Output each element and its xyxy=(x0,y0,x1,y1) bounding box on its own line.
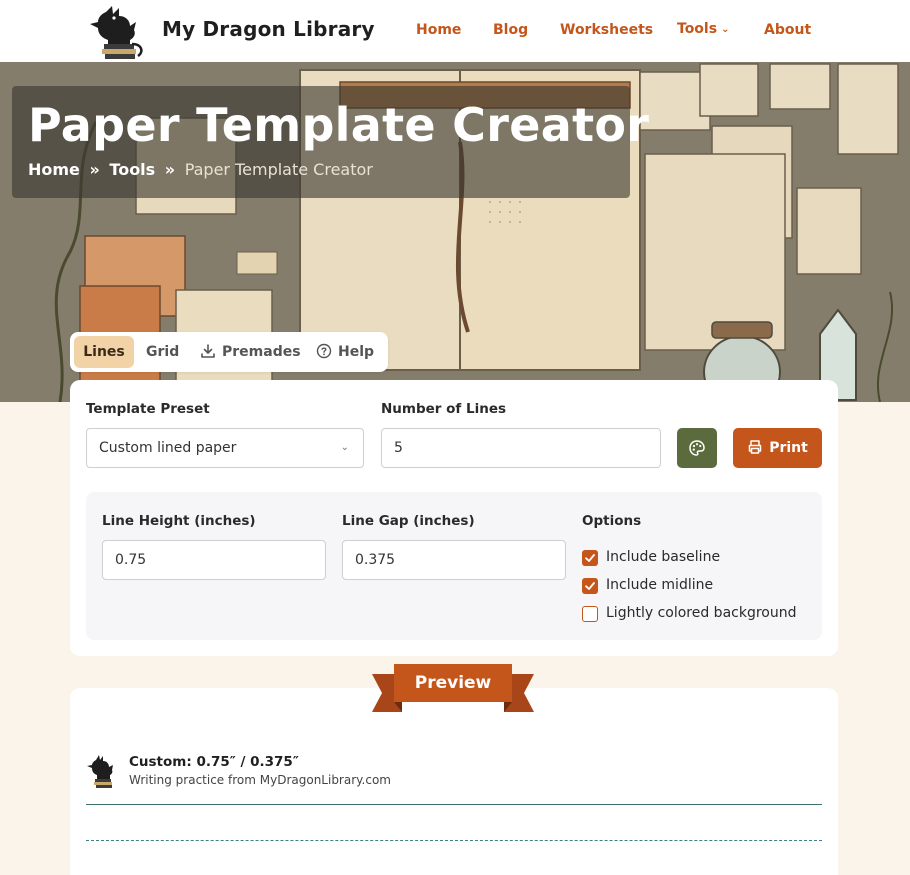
line-settings-panel: Line Height (inches) 0.75 Line Gap (inch… xyxy=(86,492,822,640)
tab-help[interactable]: Help xyxy=(316,336,374,368)
template-preset-select[interactable]: Custom lined paper ⌄ xyxy=(86,428,364,468)
include-midline-label[interactable]: Include midline xyxy=(606,577,713,593)
options-label: Options xyxy=(582,513,642,529)
preview-heading: Preview xyxy=(414,673,492,693)
breadcrumb-current: Paper Template Creator xyxy=(184,160,373,179)
nav-about[interactable]: About xyxy=(764,22,811,38)
number-of-lines-input[interactable]: 5 xyxy=(381,428,661,468)
settings-card: Template Preset Custom lined paper ⌄ Num… xyxy=(70,380,838,656)
preview-title: Custom: 0.75″ / 0.375″ xyxy=(129,754,299,770)
breadcrumb-tools[interactable]: Tools xyxy=(109,160,155,179)
nav-tools-label: Tools xyxy=(677,21,718,37)
breadcrumb-home[interactable]: Home xyxy=(28,160,80,179)
preview-midline xyxy=(86,840,822,841)
checkmark-icon xyxy=(585,554,595,562)
breadcrumb-separator: » xyxy=(164,160,176,179)
mode-tabs: Lines Grid Premades Help xyxy=(70,332,388,372)
include-baseline-label[interactable]: Include baseline xyxy=(606,549,720,565)
colored-background-checkbox[interactable] xyxy=(582,606,598,622)
checkmark-icon xyxy=(585,582,595,590)
palette-icon xyxy=(689,440,705,456)
dragon-logo-icon xyxy=(87,755,113,788)
nav-blog[interactable]: Blog xyxy=(493,22,528,38)
nav-home[interactable]: Home xyxy=(416,22,461,38)
tab-lines[interactable]: Lines xyxy=(74,336,134,368)
chevron-down-icon: ⌄ xyxy=(721,24,730,35)
breadcrumb: Home » Tools » Paper Template Creator xyxy=(28,160,373,179)
line-height-input[interactable]: 0.75 xyxy=(102,540,326,580)
download-icon xyxy=(201,344,215,358)
template-preset-label: Template Preset xyxy=(86,401,210,417)
template-preset-value: Custom lined paper xyxy=(99,440,237,456)
preview-subtitle: Writing practice from MyDragonLibrary.co… xyxy=(129,773,391,787)
breadcrumb-separator: » xyxy=(89,160,100,179)
color-palette-button[interactable] xyxy=(677,428,717,468)
printer-icon xyxy=(748,440,762,454)
line-height-label: Line Height (inches) xyxy=(102,513,256,529)
help-circle-icon xyxy=(316,343,332,359)
colored-background-label[interactable]: Lightly colored background xyxy=(606,605,796,621)
tab-premades[interactable]: Premades xyxy=(200,336,301,368)
line-gap-input[interactable]: 0.375 xyxy=(342,540,566,580)
print-button[interactable]: Print xyxy=(733,428,822,468)
preview-baseline xyxy=(86,804,822,805)
include-baseline-checkbox[interactable] xyxy=(582,550,598,566)
line-gap-label: Line Gap (inches) xyxy=(342,513,475,529)
main-nav: Home Blog Worksheets Tools ⌄ About xyxy=(0,21,910,42)
tab-grid[interactable]: Grid xyxy=(146,336,179,368)
nav-tools[interactable]: Tools ⌄ xyxy=(677,21,729,37)
tab-premades-label: Premades xyxy=(222,344,301,360)
print-label: Print xyxy=(769,440,808,456)
include-midline-checkbox[interactable] xyxy=(582,578,598,594)
chevron-down-icon: ⌄ xyxy=(340,442,349,453)
page-title: Paper Template Creator xyxy=(28,98,650,152)
tab-help-label: Help xyxy=(338,344,375,360)
nav-worksheets[interactable]: Worksheets xyxy=(560,22,653,38)
top-bar: My Dragon Library Home Blog Worksheets T… xyxy=(0,0,910,62)
number-of-lines-label: Number of Lines xyxy=(381,401,507,417)
